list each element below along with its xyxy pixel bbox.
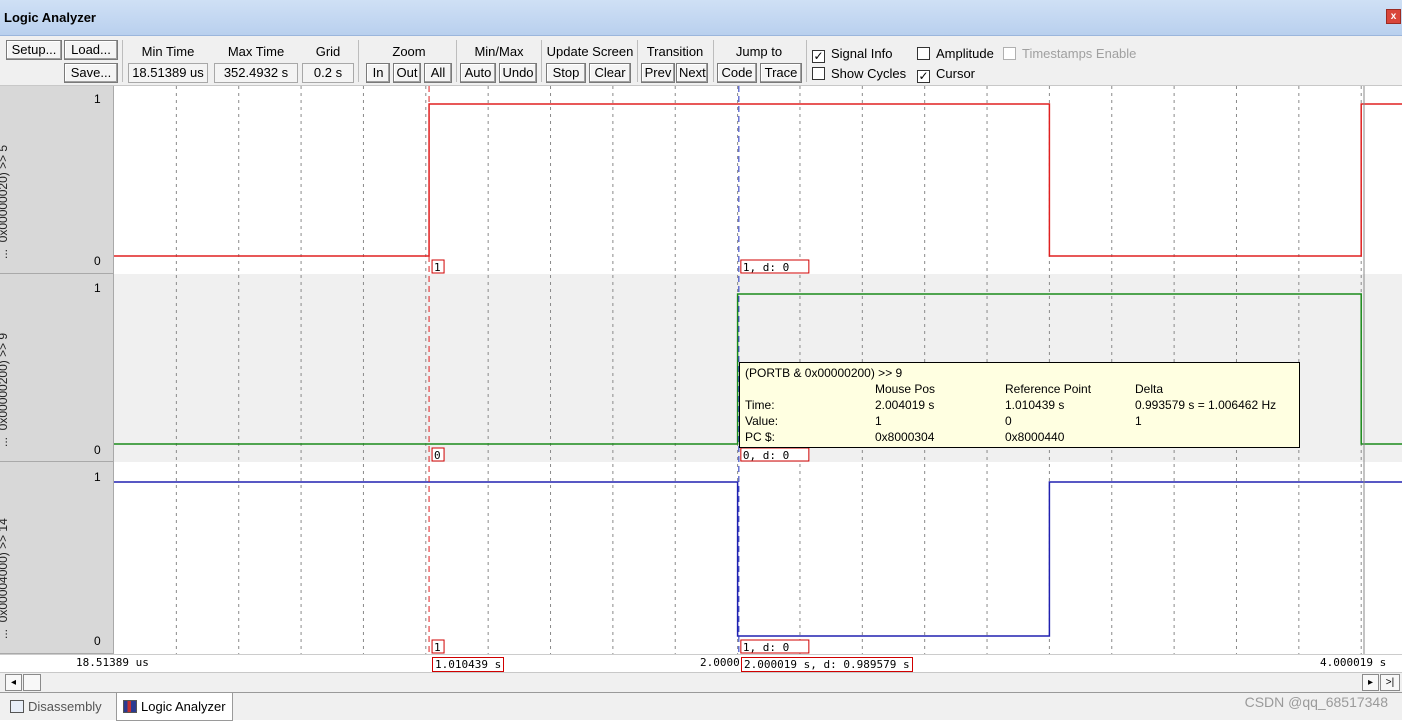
tooltip-value-delta: 1 bbox=[1135, 414, 1142, 428]
cursor-tag-text: 0, d: 0 bbox=[743, 449, 789, 462]
reference-tag-text: 1 bbox=[434, 261, 441, 274]
reference-tag-text: 0 bbox=[434, 449, 441, 462]
bottom-tab-strip: Disassembly Logic Analyzer bbox=[0, 692, 1402, 721]
checkbox-checked-icon: ✓ bbox=[917, 69, 930, 83]
tooltip-pc-ref: 0x8000440 bbox=[1005, 430, 1065, 444]
stop-button[interactable]: Stop bbox=[546, 63, 586, 83]
tooltip-row-value: Value: bbox=[745, 414, 779, 428]
cursor-tag-text: 1, d: 0 bbox=[743, 261, 789, 274]
axis-mid-label: 2.0000 bbox=[700, 656, 740, 669]
scroll-right-icon[interactable]: ▸ bbox=[1362, 674, 1379, 691]
checkbox-unchecked-icon bbox=[812, 67, 825, 80]
zoom-label: Zoom bbox=[392, 44, 426, 59]
logic-analyzer-icon bbox=[123, 700, 137, 713]
tooltip-time-ref: 1.010439 s bbox=[1005, 398, 1065, 412]
load-button[interactable]: Load... bbox=[64, 40, 118, 60]
checkbox-checked-icon: ✓ bbox=[812, 49, 825, 63]
signal-info-checkbox[interactable]: ✓ Signal Info bbox=[812, 46, 892, 63]
zoom-all-button[interactable]: All bbox=[424, 63, 452, 83]
tooltip-time-delta: 0.993579 s = 1.006462 Hz bbox=[1135, 398, 1277, 412]
cursor-time-label: 2.000019 s, d: 0.989579 s bbox=[741, 657, 913, 672]
toolbar-separator bbox=[358, 40, 359, 82]
next-transition-button[interactable]: Next bbox=[676, 63, 708, 83]
reference-cursor-label: 1.010439 s bbox=[432, 657, 505, 672]
lane-label-0[interactable]: ... 0x00000020) >> 5 bbox=[0, 86, 114, 274]
tooltip-row-pc: PC $: bbox=[745, 430, 776, 444]
tooltip-pc-mouse: 0x8000304 bbox=[875, 430, 935, 444]
grid-value: 0.2 s bbox=[302, 63, 354, 83]
axis-start-label: 18.51389 us bbox=[76, 656, 149, 669]
toolbar-separator bbox=[713, 40, 714, 82]
show-cycles-checkbox[interactable]: Show Cycles bbox=[812, 66, 906, 81]
cursor-tag-text: 1, d: 0 bbox=[743, 641, 789, 654]
tooltip-value-ref: 0 bbox=[1005, 414, 1012, 428]
signal-name: ... 0x00004000) >> 14 bbox=[0, 518, 10, 639]
minmax-auto-button[interactable]: Auto bbox=[460, 63, 496, 83]
jump-trace-button[interactable]: Trace bbox=[760, 63, 802, 83]
tooltip-value-mouse: 1 bbox=[875, 414, 882, 428]
update-screen-label: Update Screen bbox=[546, 44, 634, 59]
setup-button[interactable]: Setup... bbox=[6, 40, 62, 60]
lane-low-label: 0 bbox=[94, 634, 101, 648]
max-time-label: Max Time bbox=[227, 44, 285, 59]
amplitude-checkbox[interactable]: Amplitude bbox=[917, 46, 994, 61]
lane-background bbox=[114, 462, 1402, 654]
checkbox-unchecked-icon bbox=[917, 47, 930, 60]
toolbar-separator bbox=[456, 40, 457, 82]
lane-high-label: 1 bbox=[94, 281, 101, 295]
zoom-in-button[interactable]: In bbox=[366, 63, 390, 83]
toolbar-separator bbox=[122, 40, 123, 82]
max-time-value: 352.4932 s bbox=[214, 63, 298, 83]
lane-label-1[interactable]: ... 0x00000200) >> 9 bbox=[0, 274, 114, 462]
lane-label-2[interactable]: ... 0x00004000) >> 14 bbox=[0, 462, 114, 654]
tooltip-col-delta: Delta bbox=[1135, 382, 1164, 396]
grid-label: Grid bbox=[315, 44, 341, 59]
save-button[interactable]: Save... bbox=[64, 63, 118, 83]
toolbar-separator bbox=[806, 40, 807, 82]
title-bar: Logic Analyzer x bbox=[0, 0, 1402, 36]
scroll-thumb[interactable] bbox=[23, 674, 41, 691]
tooltip-title: (PORTB & 0x00000200) >> 9 bbox=[745, 366, 903, 380]
checkbox-unchecked-icon bbox=[1003, 47, 1016, 60]
toolbar-separator bbox=[541, 40, 542, 82]
watermark: CSDN @qq_68517348 bbox=[1244, 694, 1388, 710]
tooltip-time-mouse: 2.004019 s bbox=[875, 398, 935, 412]
reference-tag-text: 1 bbox=[434, 641, 441, 654]
toolbar-separator bbox=[637, 40, 638, 82]
minmax-undo-button[interactable]: Undo bbox=[499, 63, 537, 83]
tab-disassembly[interactable]: Disassembly bbox=[4, 693, 108, 721]
window-title: Logic Analyzer bbox=[4, 10, 96, 25]
tooltip-col-mouse: Mouse Pos bbox=[875, 382, 936, 396]
signal-info-tooltip: (PORTB & 0x00000200) >> 9 Mouse Pos Refe… bbox=[739, 362, 1300, 448]
lane-background bbox=[114, 86, 1402, 274]
signal-name: ... 0x00000020) >> 5 bbox=[0, 145, 10, 259]
axis-end-label: 4.000019 s bbox=[1320, 656, 1387, 669]
lane-low-label: 0 bbox=[94, 254, 101, 268]
transition-label: Transition bbox=[646, 44, 704, 59]
tab-logic-analyzer[interactable]: Logic Analyzer bbox=[116, 693, 233, 721]
tooltip-col-ref: Reference Point bbox=[1005, 382, 1092, 396]
minmax-label: Min/Max bbox=[474, 44, 524, 59]
toolbar: Setup... Load... Save... Min Time 18.513… bbox=[0, 36, 1402, 86]
disassembly-icon bbox=[10, 700, 24, 713]
prev-transition-button[interactable]: Prev bbox=[641, 63, 675, 83]
scroll-left-icon[interactable]: ◂ bbox=[5, 674, 22, 691]
scroll-end-icon[interactable]: >| bbox=[1380, 674, 1400, 691]
zoom-out-button[interactable]: Out bbox=[393, 63, 421, 83]
clear-button[interactable]: Clear bbox=[589, 63, 631, 83]
cursor-checkbox[interactable]: ✓ Cursor bbox=[917, 66, 975, 83]
signal-name: ... 0x00000200) >> 9 bbox=[0, 333, 10, 447]
close-icon[interactable]: x bbox=[1386, 9, 1401, 24]
time-axis: 18.51389 us 1.010439 s 2.0000 2.000019 s… bbox=[0, 654, 1402, 672]
horizontal-scrollbar[interactable]: ◂ ▸ >| bbox=[0, 672, 1402, 692]
timestamps-enable-checkbox: Timestamps Enable bbox=[1003, 46, 1136, 61]
min-time-value: 18.51389 us bbox=[128, 63, 208, 83]
lane-low-label: 0 bbox=[94, 443, 101, 457]
lane-high-label: 1 bbox=[94, 470, 101, 484]
lane-high-label: 1 bbox=[94, 92, 101, 106]
min-time-label: Min Time bbox=[141, 44, 195, 59]
jump-to-label: Jump to bbox=[735, 44, 783, 59]
tooltip-row-time: Time: bbox=[745, 398, 775, 412]
jump-code-button[interactable]: Code bbox=[717, 63, 757, 83]
